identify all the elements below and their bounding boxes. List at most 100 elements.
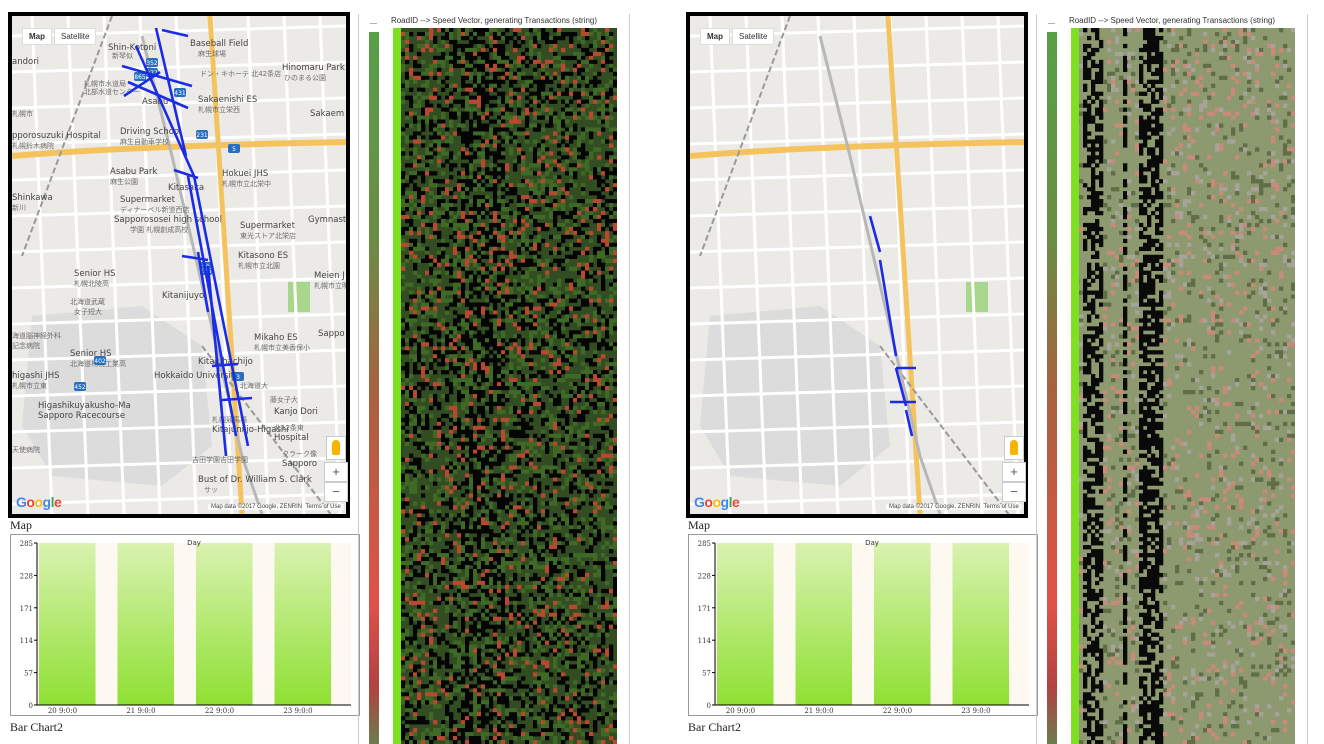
heatmap-cell (529, 549, 534, 554)
heatmap-cell (477, 489, 482, 494)
heatmap-cell (589, 386, 594, 391)
heatmap-cell (589, 95, 594, 100)
heatmap-cell (465, 179, 470, 184)
heatmap-cell (485, 584, 490, 590)
heatmap-cell (485, 63, 490, 69)
heatmap-cell (513, 378, 518, 383)
heatmap-cell (433, 39, 438, 45)
heatmap-cell (437, 445, 442, 450)
heatmap-cell (437, 421, 442, 427)
heatmap-cell (501, 127, 506, 132)
map-type-satellite-button[interactable]: Satellite (54, 28, 97, 45)
heatmap-cell (529, 266, 534, 271)
heatmap-cell (421, 163, 426, 168)
heatmap-cell (613, 207, 617, 212)
heatmap-cell (549, 517, 554, 522)
heatmap-cell (473, 318, 478, 323)
heatmap-cell (565, 246, 570, 252)
heatmap-cell (481, 393, 486, 399)
heatmap-cell (513, 87, 518, 92)
heatmap-cell (421, 238, 426, 244)
heatmap-cell (445, 457, 450, 462)
heatmap-cell (601, 187, 606, 192)
heatmap-cell (493, 382, 498, 387)
heatmap-cell (609, 322, 614, 327)
heatmap-cell (533, 314, 538, 319)
heatmap-cell (505, 505, 510, 510)
map-type-map-button[interactable]: Map (22, 28, 52, 45)
heatmap-cell (557, 568, 562, 574)
heatmap-cell (533, 362, 538, 367)
heatmap-cell (449, 119, 454, 124)
heatmap-cell (537, 382, 542, 387)
heatmap-cell (609, 465, 614, 470)
heatmap-cell (425, 417, 430, 423)
heatmap-cell (581, 218, 586, 224)
heatmap-cell (417, 584, 422, 590)
heatmap-cell (569, 179, 574, 184)
heatmap-cell (421, 143, 426, 148)
heatmap-cell (489, 139, 494, 144)
heatmap-cell (497, 485, 502, 490)
heatmap-cell (429, 529, 434, 534)
heatmap-cell (485, 179, 490, 184)
heatmap-cell (449, 71, 454, 77)
heatmap-cell (429, 342, 434, 347)
heatmap-cell (597, 529, 602, 534)
heatmap-cell (601, 310, 606, 315)
heatmap-cell (437, 191, 442, 196)
heatmap-cell (517, 358, 522, 363)
heatmap-cell (473, 457, 478, 462)
heatmap-cell (541, 429, 546, 435)
heatmap-cell (593, 588, 598, 594)
heatmap-cell (521, 159, 526, 164)
speed-heatmap[interactable] (393, 28, 617, 744)
heatmap-cell (541, 517, 546, 522)
heatmap-cell (457, 314, 462, 319)
heatmap-cell (405, 183, 410, 188)
heatmap-cell (593, 557, 598, 562)
heatmap-cell (497, 580, 502, 586)
heatmap-cell (593, 147, 598, 152)
zoom-out-button[interactable]: − (324, 482, 348, 502)
heatmap-cell (429, 63, 434, 69)
heatmap-cell (449, 51, 454, 57)
heatmap-cell (525, 453, 530, 458)
heatmap-cell (573, 509, 578, 514)
heatmap-cell (581, 437, 586, 442)
zoom-in-button[interactable]: + (324, 462, 348, 482)
terms-link[interactable]: Terms of Use (305, 504, 340, 510)
heatmap-cell (613, 616, 617, 621)
heatmap-cell (541, 87, 546, 92)
map-canvas[interactable]: Baseball Field麻生球場Shin-Kotoni新琴似andoriドン… (12, 16, 346, 514)
map-label: pporosuzuki Hospital (12, 131, 101, 141)
heatmap-cell (509, 389, 514, 395)
heatmap-cell (581, 131, 586, 136)
heatmap-cell (533, 238, 538, 244)
heatmap-cell (421, 107, 426, 112)
heatmap-cell (577, 338, 582, 343)
heatmap-cell (433, 286, 438, 291)
heatmap-cell (589, 501, 594, 506)
heatmap-cell (525, 493, 530, 498)
heatmap-cell (513, 254, 518, 260)
heatmap-cell (489, 298, 494, 303)
heatmap-cell (613, 568, 617, 574)
heatmap-cell (605, 43, 610, 49)
street-view-pegman-icon[interactable] (326, 436, 346, 460)
heatmap-cell (517, 389, 522, 395)
heatmap-cell (509, 238, 514, 244)
heatmap-cell (501, 175, 506, 180)
heatmap-cell (485, 429, 490, 435)
heatmap-cell (473, 588, 478, 594)
heatmap-cell (609, 151, 614, 156)
heatmap-cell (589, 91, 594, 96)
heatmap-cell (561, 294, 566, 299)
heatmap-cell (421, 565, 426, 570)
road-number: 402 (94, 358, 106, 365)
heatmap-cell (465, 107, 470, 112)
heatmap-cell (525, 358, 530, 363)
heatmap-cell (469, 572, 474, 578)
heatmap-cell (413, 338, 418, 343)
heatmap-cell (405, 51, 410, 57)
